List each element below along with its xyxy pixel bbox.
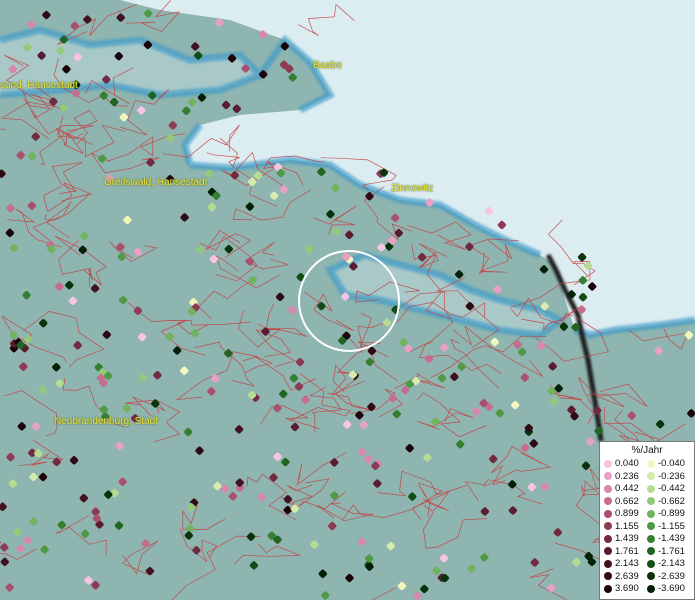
legend-swatch: [604, 584, 612, 593]
map[interactable]: [0, 0, 695, 600]
legend-entry-negative: -2.639: [647, 571, 685, 582]
legend-value: 1.761: [615, 545, 639, 557]
legend-value: -2.639: [658, 570, 685, 582]
legend-value: 3.690: [615, 583, 639, 594]
legend-swatch: [604, 559, 612, 568]
legend-entry-positive: 1.155: [604, 521, 639, 532]
legend-title: %/Jahr: [631, 445, 663, 456]
legend-value: 1.155: [615, 520, 639, 532]
legend-value: 2.639: [615, 570, 639, 582]
legend-entry-negative: -1.439: [647, 533, 685, 544]
legend-swatch: [604, 509, 612, 518]
legend-entry-positive: 0.662: [604, 496, 639, 507]
legend-entry-positive: 0.040: [604, 458, 639, 469]
legend-swatch: [647, 534, 655, 543]
legend-swatch: [647, 472, 655, 480]
legend-entry-positive: 2.143: [604, 558, 639, 569]
legend-value: 0.662: [615, 495, 639, 507]
legend-entry-negative: -3.690: [647, 583, 685, 594]
legend-swatch: [647, 584, 655, 593]
legend-swatch: [604, 497, 612, 505]
legend-value: -0.040: [658, 458, 685, 469]
legend-value: -0.442: [658, 483, 685, 494]
place-label-greifswald: Greifswald, Hansestadt: [104, 177, 208, 188]
legend-entry-negative: -0.236: [647, 471, 685, 482]
legend-entry-negative: -0.899: [647, 508, 685, 519]
legend-value: 0.236: [615, 470, 639, 482]
legend-entry-positive: 0.899: [604, 508, 639, 519]
legend-value: -1.155: [658, 520, 685, 532]
place-label-baabe: Baabe: [313, 60, 342, 71]
legend-swatch: [604, 484, 612, 493]
legend-entry-positive: 0.442: [604, 483, 639, 494]
legend-swatch: [647, 547, 655, 555]
legend-swatch: [604, 547, 612, 555]
legend-value: -2.143: [658, 558, 685, 569]
place-label-stralsund: sund, Hansestadt: [0, 80, 78, 91]
place-label-zinnowitz: Zinnowitz: [391, 183, 434, 194]
legend-swatch: [647, 509, 655, 518]
legend-entry-negative: -2.143: [647, 558, 685, 569]
legend-entry-negative: -0.040: [647, 458, 685, 469]
legend-value: -1.439: [658, 533, 685, 544]
legend-swatch: [604, 572, 612, 580]
legend-swatch: [604, 522, 612, 530]
legend-swatch: [647, 459, 655, 468]
legend-swatch: [647, 572, 655, 580]
legend-value: -1.761: [658, 545, 685, 557]
legend-entry-positive: 2.639: [604, 571, 639, 582]
legend-swatch: [647, 522, 655, 530]
legend-swatch: [604, 459, 612, 468]
legend-entry-positive: 0.236: [604, 471, 639, 482]
legend-entry-negative: -1.761: [647, 546, 685, 557]
legend-value: -0.236: [658, 470, 685, 482]
legend-entry-negative: -0.662: [647, 496, 685, 507]
legend-value: 2.143: [615, 558, 639, 569]
legend-value: 0.899: [615, 508, 639, 519]
legend-entry-positive: 1.439: [604, 533, 639, 544]
legend-value: -3.690: [658, 583, 685, 594]
legend-entry-negative: -1.155: [647, 521, 685, 532]
legend-swatch: [647, 497, 655, 505]
legend: %/Jahr 0.040 -0.040 0.236 -0.236 0.442 -0.442…: [599, 441, 695, 600]
legend-entry-negative: -0.442: [647, 483, 685, 494]
legend-swatch: [604, 472, 612, 480]
legend-value: 0.040: [615, 458, 639, 469]
place-label-neubrandenburg: Neubrandenburg, Stadt: [54, 416, 158, 427]
legend-value: -0.899: [658, 508, 685, 519]
legend-value: 0.442: [615, 483, 639, 494]
legend-entry-positive: 3.690: [604, 583, 639, 594]
legend-entry-positive: 1.761: [604, 546, 639, 557]
legend-swatch: [647, 559, 655, 568]
legend-swatch: [647, 484, 655, 493]
legend-value: -0.662: [658, 495, 685, 507]
legend-swatch: [604, 534, 612, 543]
legend-value: 1.439: [615, 533, 639, 544]
